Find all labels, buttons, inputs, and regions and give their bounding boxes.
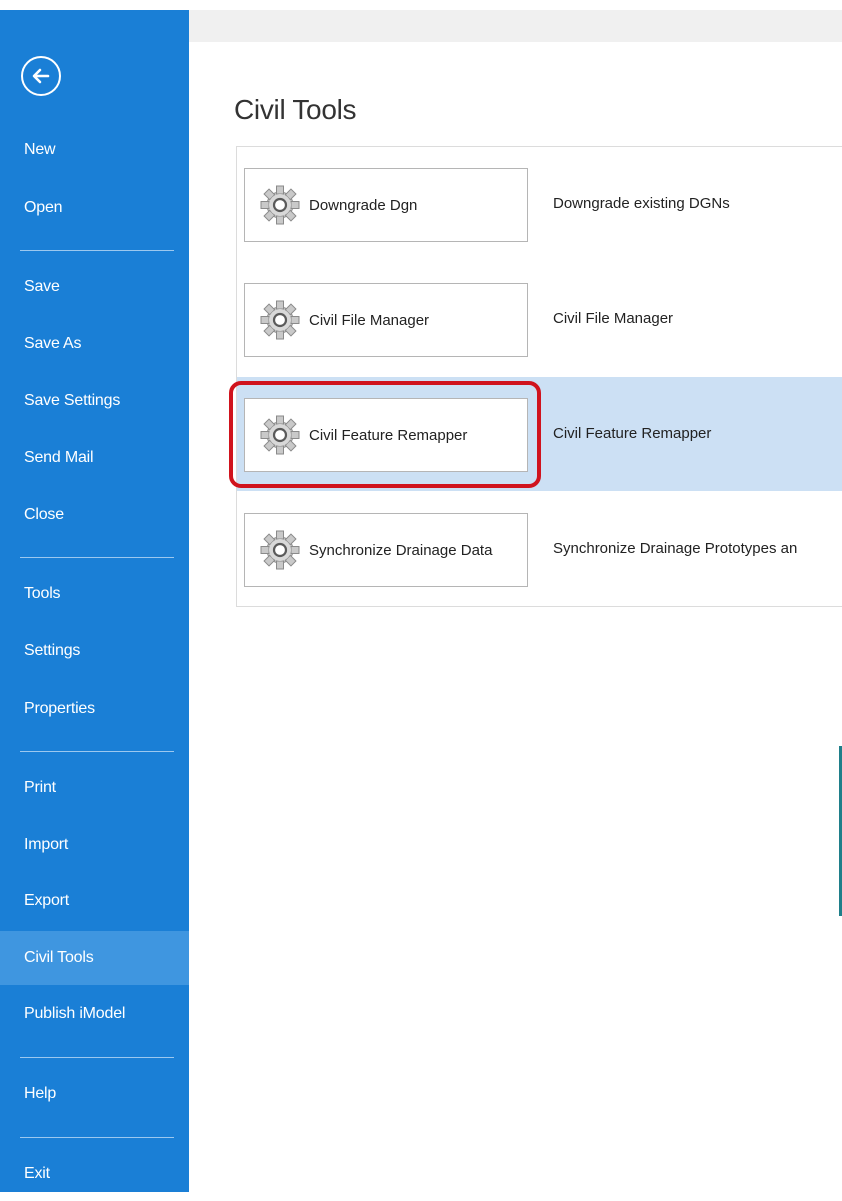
sidebar-item-export[interactable]: Export xyxy=(0,874,189,928)
tool-row-civil-feature-remapper[interactable]: Civil Feature Remapper Civil Feature Rem… xyxy=(237,377,842,491)
sidebar-item-save-settings[interactable]: Save Settings xyxy=(0,374,189,428)
tool-row-downgrade-dgn[interactable]: Downgrade Dgn Downgrade existing DGNs xyxy=(237,147,842,261)
gear-icon xyxy=(260,530,300,570)
sidebar-item-publish-imodel[interactable]: Publish iModel xyxy=(0,987,189,1041)
tool-description: Civil Feature Remapper xyxy=(553,425,712,442)
sidebar-divider xyxy=(20,1057,174,1058)
page-title: Civil Tools xyxy=(234,94,357,125)
gear-icon xyxy=(260,415,300,455)
gear-icon xyxy=(260,185,300,225)
sidebar-divider xyxy=(20,1137,174,1138)
sidebar-item-help[interactable]: Help xyxy=(0,1067,189,1121)
downgrade-dgn-button[interactable]: Downgrade Dgn xyxy=(244,168,528,242)
sidebar-item-import[interactable]: Import xyxy=(0,818,189,872)
sidebar-item-close[interactable]: Close xyxy=(0,488,189,542)
back-button[interactable] xyxy=(21,56,61,96)
tool-description: Civil File Manager xyxy=(553,310,674,327)
sidebar-item-send-mail[interactable]: Send Mail xyxy=(0,431,189,485)
sidebar-item-properties[interactable]: Properties xyxy=(0,682,189,736)
top-band xyxy=(189,10,842,42)
tool-row-civil-file-manager[interactable]: Civil File Manager Civil File Manager xyxy=(237,262,842,376)
tool-label: Synchronize Drainage Data xyxy=(309,541,493,559)
tool-description: Downgrade existing DGNs xyxy=(553,195,730,212)
back-arrow-icon xyxy=(32,68,50,84)
civil-feature-remapper-button[interactable]: Civil Feature Remapper xyxy=(244,398,528,472)
sidebar-item-tools[interactable]: Tools xyxy=(0,567,189,621)
sidebar-item-new[interactable]: New xyxy=(0,123,189,177)
tool-label: Downgrade Dgn xyxy=(309,196,418,214)
gear-icon xyxy=(260,300,300,340)
sidebar-divider xyxy=(20,557,174,558)
sidebar-item-print[interactable]: Print xyxy=(0,761,189,815)
tool-label: Civil File Manager xyxy=(309,311,430,329)
sidebar-item-settings[interactable]: Settings xyxy=(0,624,189,678)
sidebar-item-open[interactable]: Open xyxy=(0,181,189,235)
tool-row-synchronize-drainage-data[interactable]: Synchronize Drainage Data Synchronize Dr… xyxy=(237,492,842,606)
synchronize-drainage-data-button[interactable]: Synchronize Drainage Data xyxy=(244,513,528,587)
sidebar-item-exit[interactable]: Exit xyxy=(0,1147,189,1201)
sidebar-item-save-as[interactable]: Save As xyxy=(0,317,189,371)
tool-label: Civil Feature Remapper xyxy=(309,426,468,444)
civil-file-manager-button[interactable]: Civil File Manager xyxy=(244,283,528,357)
tool-description: Synchronize Drainage Prototypes an xyxy=(553,540,798,557)
sidebar-divider xyxy=(20,250,174,251)
backstage-sidebar: New Open Save Save As Save Settings Send… xyxy=(0,10,189,1192)
sidebar-divider xyxy=(20,751,174,752)
sidebar-item-civil-tools[interactable]: Civil Tools xyxy=(0,931,189,985)
civil-tools-list: Downgrade Dgn Downgrade existing DGNs Ci… xyxy=(236,146,842,607)
sidebar-item-save[interactable]: Save xyxy=(0,260,189,314)
